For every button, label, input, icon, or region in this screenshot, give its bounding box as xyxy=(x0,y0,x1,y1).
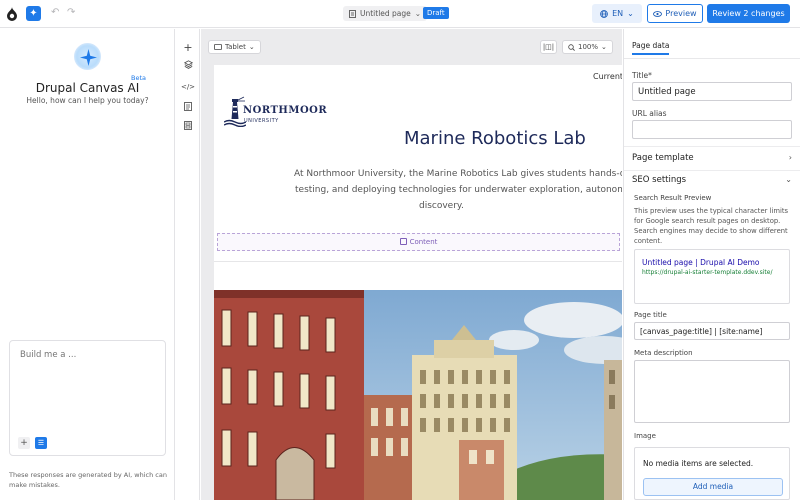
preview-label: Preview xyxy=(665,9,697,18)
fit-to-screen-button[interactable]: |◫| xyxy=(540,40,557,54)
undo-icon[interactable]: ↶ xyxy=(51,7,59,18)
page-selector[interactable]: Untitled page ⌄ xyxy=(343,6,428,21)
chevron-down-icon: ⌄ xyxy=(627,9,634,18)
chevron-down-icon: ⌄ xyxy=(601,43,607,51)
ai-greeting: Hello, how can I help you today? xyxy=(26,96,149,105)
beta-badge: Beta xyxy=(131,74,146,82)
page-template-label: Page template xyxy=(632,153,694,163)
eye-icon xyxy=(653,10,663,17)
viewport-selector[interactable]: Tablet ⌄ xyxy=(208,40,261,54)
page-frame[interactable]: Current NORTHMOOR UNIVERSITY Marine Robo… xyxy=(214,65,622,500)
page-template-section[interactable]: Page template › xyxy=(632,153,792,163)
content-slot[interactable]: Content xyxy=(217,233,620,251)
image-media-box: No media items are selected. Add media xyxy=(634,447,790,500)
language-selector[interactable]: EN ⌄ xyxy=(592,4,642,23)
component-icon xyxy=(399,238,407,245)
document-icon xyxy=(349,9,356,18)
chevron-right-icon: › xyxy=(788,153,792,162)
content-slot-label: Content xyxy=(409,238,438,246)
prompt-input[interactable] xyxy=(20,350,155,360)
add-media-button[interactable]: Add media xyxy=(643,478,783,496)
hero-body-line: discovery. xyxy=(419,201,464,211)
tab-divider xyxy=(624,58,800,59)
search-preview-help: This preview uses the typical character … xyxy=(634,207,789,245)
serp-title: Untitled page | Drupal AI Demo xyxy=(642,258,760,267)
page-title-label: Page title xyxy=(634,311,667,319)
plus-icon: + xyxy=(20,438,28,448)
fit-width-icon: |◫| xyxy=(542,43,555,51)
hero-image xyxy=(214,290,622,500)
ai-logo-icon xyxy=(74,43,101,70)
tool-rail: + </> xyxy=(176,29,200,500)
zoom-level: 100% xyxy=(578,43,599,51)
tablet-icon xyxy=(214,44,222,50)
plus-icon[interactable]: + xyxy=(176,41,200,54)
hero-body-line: At Northmoor University, the Marine Robo… xyxy=(294,169,622,179)
chevron-down-icon: ⌄ xyxy=(248,43,255,51)
prompt-options-button[interactable]: ☰ xyxy=(35,437,47,449)
chevron-down-icon: ⌄ xyxy=(414,9,422,18)
seo-settings-section[interactable]: SEO settings ⌄ xyxy=(632,175,792,185)
url-alias-label: URL alias xyxy=(632,109,667,118)
hero-body-line: testing, and deploying technologies for … xyxy=(295,185,622,195)
sparkle-icon: ✦ xyxy=(29,8,38,19)
chevron-down-icon: ⌄ xyxy=(785,175,792,184)
zoom-icon xyxy=(568,43,575,51)
nav-link-current[interactable]: Current xyxy=(593,72,622,81)
serp-url: https://drupal-ai-starter-template.ddev.… xyxy=(642,269,773,276)
divider xyxy=(624,146,800,147)
divider xyxy=(624,170,800,171)
title-input[interactable] xyxy=(632,82,792,101)
drupal-logo-icon[interactable] xyxy=(6,7,18,21)
review-changes-button[interactable]: Review 2 changes xyxy=(707,4,790,23)
library-icon[interactable] xyxy=(176,121,200,133)
no-media-message: No media items are selected. xyxy=(643,459,754,468)
search-result-preview: Untitled page | Drupal AI Demo https://d… xyxy=(634,249,790,304)
hero-body: At Northmoor University, the Marine Robo… xyxy=(294,166,622,214)
ai-assistant-button[interactable]: ✦ xyxy=(26,6,41,21)
file-icon[interactable] xyxy=(176,102,200,114)
tab-page-data[interactable]: Page data xyxy=(632,41,670,55)
language-code: EN xyxy=(612,9,624,18)
ai-title: Drupal Canvas AI xyxy=(35,81,140,95)
title-label: Title* xyxy=(632,71,652,80)
top-toolbar: ✦ ↶ ↷ Untitled page ⌄ Draft EN ⌄ Preview… xyxy=(0,0,800,28)
search-preview-label: Search Result Preview xyxy=(634,194,712,202)
ai-disclaimer: These responses are generated by AI, whi… xyxy=(9,471,167,489)
page-title-input[interactable] xyxy=(634,322,790,340)
meta-description-label: Meta description xyxy=(634,349,693,357)
preview-canvas: Tablet ⌄ |◫| 100% ⌄ Current NORTHMOOR UN… xyxy=(201,29,622,500)
page-data-panel: Page data Title* URL alias Page template… xyxy=(623,29,800,500)
code-icon[interactable]: </> xyxy=(176,83,200,91)
image-label: Image xyxy=(634,432,656,440)
preview-button[interactable]: Preview xyxy=(647,4,703,23)
seo-settings-label: SEO settings xyxy=(632,175,687,185)
layers-icon[interactable] xyxy=(176,60,200,72)
zoom-selector[interactable]: 100% ⌄ xyxy=(562,40,613,54)
url-alias-input[interactable] xyxy=(632,120,792,139)
divider xyxy=(214,261,622,262)
add-attachment-button[interactable]: + xyxy=(18,437,30,449)
prompt-box: + ☰ xyxy=(9,340,166,456)
globe-icon xyxy=(600,9,608,18)
ai-panel: Drupal Canvas AI Beta Hello, how can I h… xyxy=(0,29,175,500)
sliders-icon: ☰ xyxy=(37,439,45,447)
meta-description-input[interactable] xyxy=(634,360,790,423)
site-logo-sub: UNIVERSITY xyxy=(244,118,279,124)
redo-icon[interactable]: ↷ xyxy=(67,7,75,18)
page-name: Untitled page xyxy=(360,9,411,18)
site-logo-name: NORTHMOOR xyxy=(243,105,328,116)
hero-title: Marine Robotics Lab xyxy=(404,128,586,149)
viewport-label: Tablet xyxy=(225,43,246,51)
status-badge: Draft xyxy=(423,7,449,19)
